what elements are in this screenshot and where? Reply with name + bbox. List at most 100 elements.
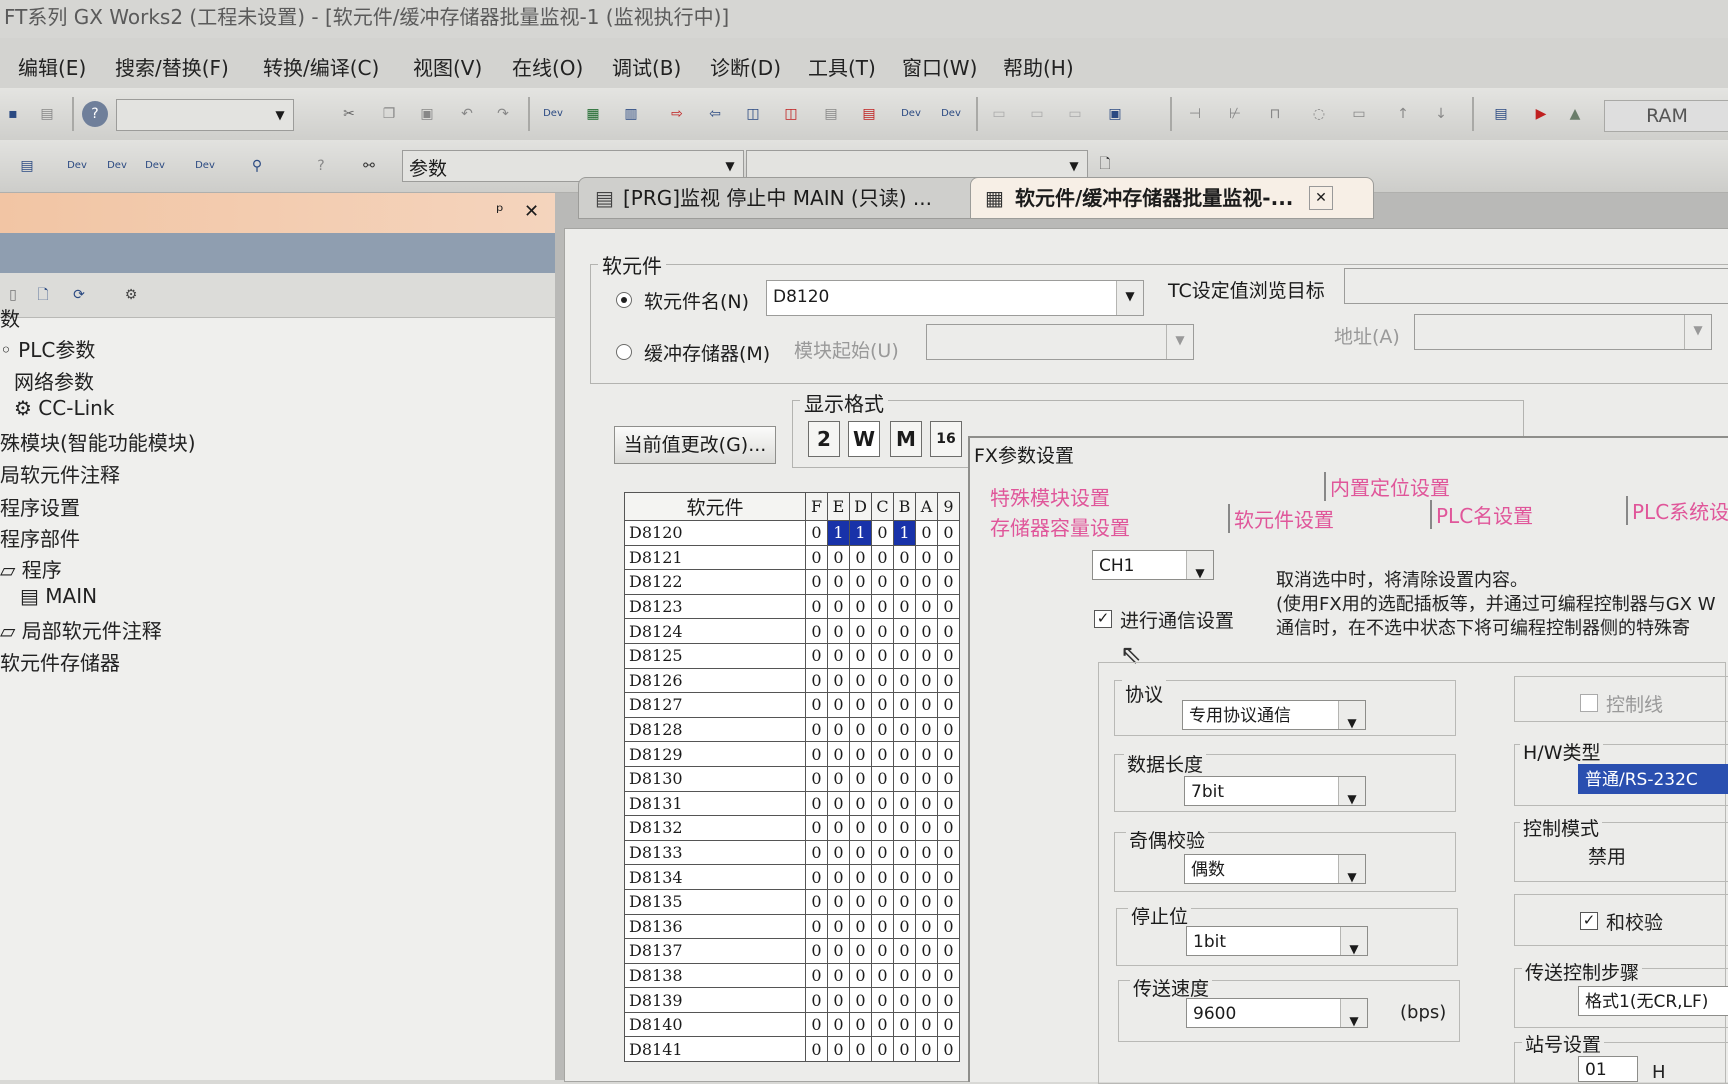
device-name-cell[interactable]: D8133 <box>624 839 806 866</box>
bit-cell[interactable]: 0 <box>849 741 872 767</box>
bit-cell[interactable]: 0 <box>871 1011 894 1038</box>
bit-cell[interactable]: 0 <box>893 987 916 1013</box>
bit-cell[interactable]: 0 <box>827 716 850 743</box>
bit-cell[interactable]: 0 <box>849 642 872 669</box>
bit-cell[interactable]: 0 <box>871 987 894 1013</box>
tree-item-global-comment[interactable]: 局软元件注释 <box>0 459 120 488</box>
bit-cell[interactable]: 0 <box>871 888 894 915</box>
device-name-cell[interactable]: D8121 <box>624 544 806 571</box>
bit-cell[interactable]: 0 <box>915 962 938 989</box>
device-name-cell[interactable]: D8140 <box>624 1011 806 1038</box>
table-row[interactable]: D8137 0 0 0 0 0 0 0 <box>624 938 960 964</box>
bit-cell[interactable]: 0 <box>827 1036 850 1063</box>
window-layout-icon[interactable]: ▤ <box>14 153 40 179</box>
transfer-down-icon[interactable]: ⇦ <box>702 101 728 127</box>
bit-cell[interactable]: 0 <box>871 1036 894 1063</box>
bit-cell[interactable]: 0 <box>937 987 960 1013</box>
bit-cell[interactable]: 0 <box>805 741 828 767</box>
device-name-cell[interactable]: D8120 <box>624 520 806 546</box>
bit-cell[interactable]: 0 <box>937 815 960 841</box>
redo-icon[interactable]: ↷ <box>490 101 516 127</box>
bit-cell[interactable]: 0 <box>805 815 828 841</box>
tree-item-intelligent-module[interactable]: 殊模块(智能功能模块) <box>0 427 196 456</box>
tab-ladder-monitor[interactable]: ▤ [PRG]监视 停止中 MAIN (只读) ... <box>578 177 1014 219</box>
bit-cell[interactable]: 0 <box>937 913 960 940</box>
bit-cell[interactable]: 0 <box>893 1011 916 1038</box>
bit-cell[interactable]: 0 <box>849 815 872 841</box>
table-row[interactable]: D8131 0 0 0 0 0 0 0 <box>624 790 960 817</box>
contact-icon[interactable]: ⊣ <box>1182 101 1208 127</box>
transfer-up-icon[interactable]: ⇨ <box>664 101 690 127</box>
bit-cell[interactable]: 0 <box>915 692 938 718</box>
bit-cell[interactable]: 0 <box>937 642 960 669</box>
tree-item-program-parts[interactable]: 程序部件 <box>0 523 80 552</box>
format-16bit-button[interactable]: 16 <box>930 421 962 457</box>
table-row[interactable]: D8130 0 0 0 0 0 0 0 <box>624 765 960 792</box>
device-name-cell[interactable]: D8136 <box>624 913 806 940</box>
pin-icon[interactable]: ᵖ <box>496 201 504 222</box>
bit-cell[interactable]: 0 <box>893 692 916 718</box>
table-row[interactable]: D8122 0 0 0 0 0 0 0 <box>624 569 960 595</box>
bit-cell[interactable]: 0 <box>937 569 960 595</box>
menu-view[interactable]: 视图(V) <box>413 52 482 81</box>
bit-cell[interactable]: 0 <box>805 1011 828 1038</box>
dev-read-icon[interactable]: Dev <box>540 101 566 127</box>
transfer-control-select[interactable]: 格式1(无CR,LF) <box>1578 986 1728 1016</box>
device-name-cell[interactable]: D8138 <box>624 962 806 989</box>
parity-select[interactable]: 偶数 ▼ <box>1184 854 1366 884</box>
table-row[interactable]: D8128 0 0 0 0 0 0 0 <box>624 716 960 743</box>
bit-cell[interactable]: 0 <box>915 913 938 940</box>
remote-operation-icon[interactable]: ▤ <box>1488 101 1514 127</box>
bit-cell[interactable]: 0 <box>893 765 916 792</box>
bit-cell[interactable]: 0 <box>849 962 872 989</box>
bit-cell[interactable]: 0 <box>849 765 872 792</box>
format-bit-word-button[interactable]: M <box>890 421 922 457</box>
table-row[interactable]: D8134 0 0 0 0 0 0 0 <box>624 864 960 890</box>
bit-cell[interactable]: 0 <box>871 593 894 620</box>
bit-cell[interactable]: 0 <box>849 790 872 817</box>
bit-cell[interactable]: 0 <box>805 569 828 595</box>
menu-convert-compile[interactable]: 转换/编译(C) <box>263 52 379 81</box>
monitor-stop-icon[interactable]: ◫ <box>778 101 804 127</box>
bit-cell[interactable]: 0 <box>871 790 894 817</box>
instruction-icon[interactable]: ▭ <box>1346 101 1372 127</box>
table-row[interactable]: D8124 0 0 0 0 0 0 0 <box>624 618 960 644</box>
bit-cell[interactable]: 0 <box>937 1036 960 1063</box>
bit-cell[interactable]: 0 <box>805 667 828 694</box>
table-row[interactable]: D8129 0 0 0 0 0 0 0 <box>624 741 960 767</box>
table-row[interactable]: D8136 0 0 0 0 0 0 0 <box>624 913 960 940</box>
rising-edge-icon[interactable]: ↑ <box>1390 101 1416 127</box>
bit-cell[interactable]: 0 <box>805 593 828 620</box>
bit-cell[interactable]: 0 <box>937 520 960 546</box>
entry-monitor-icon[interactable]: ▤ <box>856 101 882 127</box>
bit-cell[interactable]: 0 <box>893 667 916 694</box>
menu-diagnostics[interactable]: 诊断(D) <box>710 52 781 81</box>
write-icon[interactable]: ▦ <box>580 101 606 127</box>
bit-cell[interactable]: 0 <box>871 839 894 866</box>
stop-bit-select[interactable]: 1bit ▼ <box>1186 926 1368 956</box>
bit-cell[interactable]: 0 <box>805 888 828 915</box>
device-name-cell[interactable]: D8141 <box>624 1036 806 1063</box>
bit-cell[interactable]: 0 <box>871 520 894 546</box>
table-row[interactable]: D8121 0 0 0 0 0 0 0 <box>624 544 960 571</box>
bit-cell[interactable]: 0 <box>937 938 960 964</box>
bit-cell[interactable]: 0 <box>871 962 894 989</box>
bit-cell[interactable]: 0 <box>849 618 872 644</box>
tab-builtin-positioning[interactable]: 内置定位设置 <box>1324 472 1450 501</box>
bit-cell[interactable]: 0 <box>871 815 894 841</box>
table-row[interactable]: D8132 0 0 0 0 0 0 0 <box>624 815 960 841</box>
address-input[interactable]: ▼ <box>1414 314 1712 350</box>
tab-memory-capacity[interactable]: 存储器容量设置 <box>990 512 1130 541</box>
coil-icon[interactable]: ◌ <box>1306 101 1332 127</box>
bit-cell[interactable]: 0 <box>805 839 828 866</box>
device-name-cell[interactable]: D8124 <box>624 618 806 644</box>
bit-cell[interactable]: 0 <box>805 765 828 792</box>
bit-cell[interactable]: 0 <box>849 569 872 595</box>
tree-item-main[interactable]: ▤ MAIN <box>20 584 97 608</box>
table-row[interactable]: D8123 0 0 0 0 0 0 0 <box>624 593 960 620</box>
format-word-button[interactable]: W <box>848 421 880 457</box>
bit-cell[interactable]: 0 <box>915 642 938 669</box>
print-icon[interactable]: ▤ <box>34 101 60 127</box>
tree-item-cc-link[interactable]: ⚙ CC-Link <box>14 396 114 420</box>
sum-check-checkbox[interactable]: ✓ <box>1580 912 1598 930</box>
